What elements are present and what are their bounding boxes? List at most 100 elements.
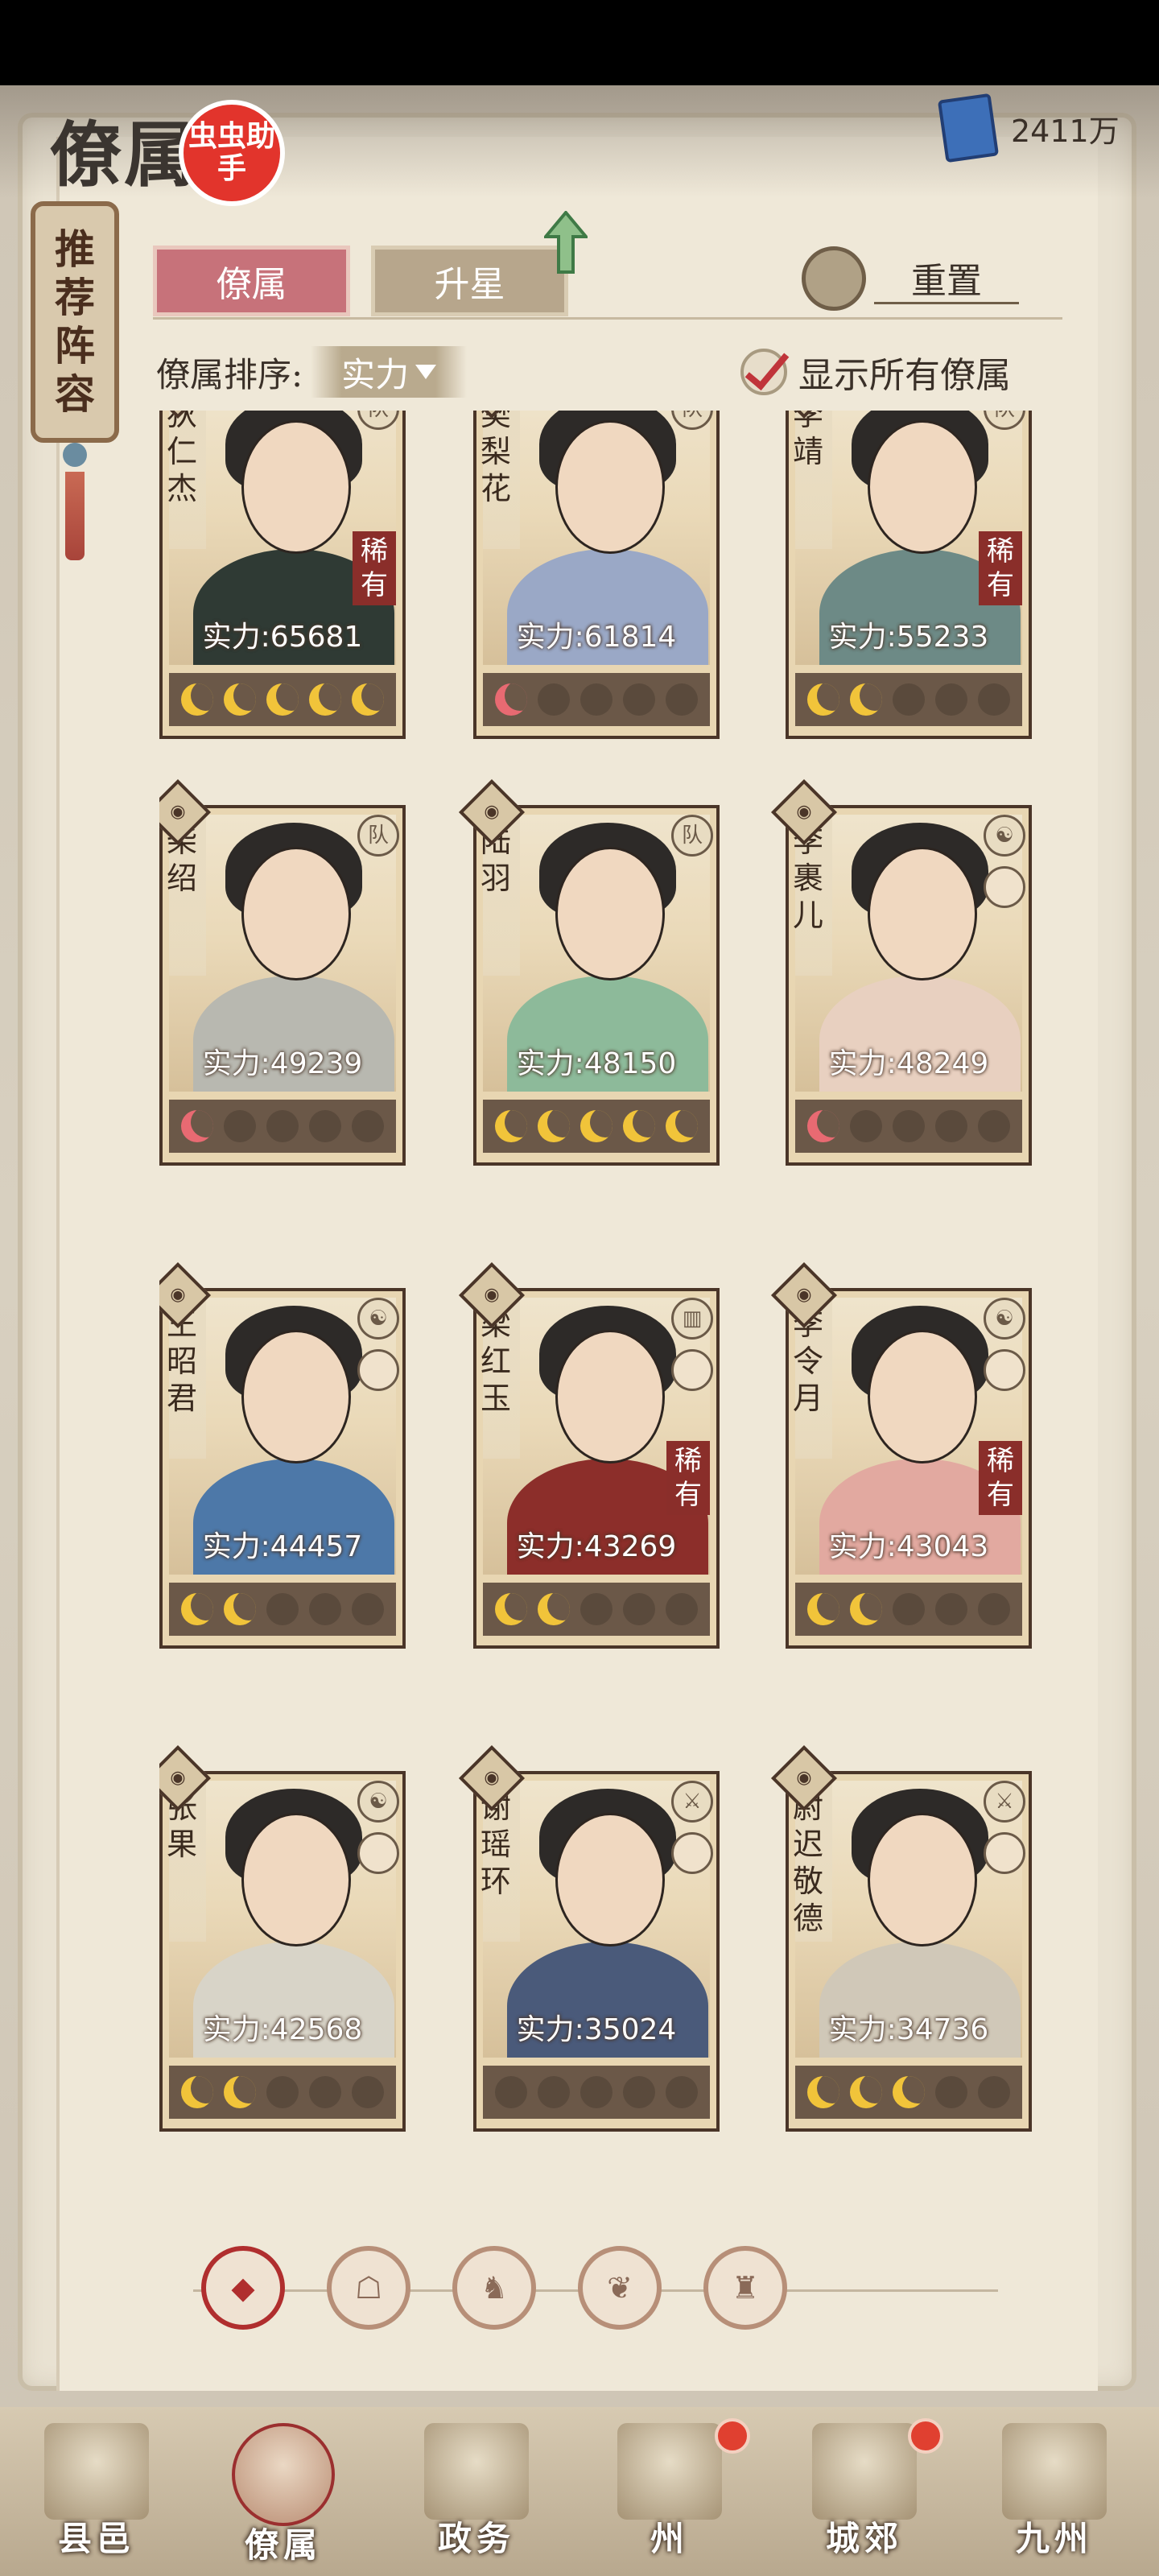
subordinate-card[interactable]: 狄仁杰◉队稀有实力:65681 bbox=[159, 411, 406, 739]
power-value: 实力:61814 bbox=[516, 621, 677, 654]
tab-subordinates[interactable]: 僚属 bbox=[153, 246, 350, 316]
nav-prefecture[interactable]: 州 bbox=[605, 2423, 734, 2568]
star-filled-icon bbox=[849, 1593, 882, 1625]
star-filled-icon bbox=[806, 683, 839, 716]
portrait-face bbox=[868, 1330, 977, 1463]
recommended-lineup-tab[interactable]: 推荐阵容 bbox=[31, 201, 119, 443]
subordinate-grid: 狄仁杰◉队稀有实力:65681樊梨花◉队实力:61814李靖◉队稀有实力:552… bbox=[159, 411, 1045, 2214]
checkbox-checked-icon[interactable] bbox=[740, 349, 787, 395]
side-tab-char: 容 bbox=[55, 370, 95, 418]
portrait-face bbox=[868, 420, 977, 554]
partner-avatar bbox=[671, 1349, 713, 1391]
subordinate-name: 樊梨花 bbox=[480, 411, 511, 506]
star-filled-icon bbox=[892, 2076, 925, 2108]
star-filled-icon bbox=[537, 1110, 570, 1142]
star-filled-icon bbox=[806, 1593, 839, 1625]
nav-subordinates[interactable]: 僚属 bbox=[219, 2423, 348, 2568]
nav-nine-provinces[interactable]: 九州 bbox=[990, 2423, 1119, 2568]
role-icon: ▥ bbox=[671, 1298, 713, 1340]
filter-military-icon[interactable]: ♞ bbox=[452, 2246, 536, 2330]
star-filled-icon bbox=[806, 2076, 839, 2108]
suburbs-icon bbox=[812, 2423, 917, 2520]
power-value: 实力:48150 bbox=[516, 1047, 677, 1080]
star-rating bbox=[169, 1100, 396, 1153]
show-all-toggle[interactable]: 显示所有僚属 bbox=[740, 346, 1011, 398]
power-value: 实力:49239 bbox=[202, 1047, 363, 1080]
subordinate-card[interactable]: 李靖◉队稀有实力:55233 bbox=[770, 411, 1032, 739]
subordinate-name: 李靖 bbox=[792, 411, 823, 469]
subordinates-icon bbox=[232, 2423, 335, 2526]
star-empty-icon bbox=[978, 1593, 1011, 1625]
subordinate-card[interactable]: 陆羽◉队实力:48150 bbox=[458, 778, 720, 1166]
star-empty-icon bbox=[935, 1110, 968, 1142]
rarity-badge: 稀有 bbox=[979, 531, 1022, 605]
subordinate-card[interactable]: 尉迟敬德◉⚔实力:34736 bbox=[770, 1744, 1032, 2132]
portrait-face bbox=[241, 847, 351, 980]
star-empty-icon bbox=[309, 1110, 342, 1142]
role-icon: ⚔ bbox=[671, 1781, 713, 1823]
star-empty-icon bbox=[892, 1593, 925, 1625]
filter-fan-icon[interactable]: ❦ bbox=[578, 2246, 662, 2330]
recommended-lineup-label: 推荐阵容 bbox=[55, 225, 95, 419]
star-empty-icon bbox=[352, 1593, 385, 1625]
star-filled-icon bbox=[180, 1110, 213, 1142]
subordinate-card[interactable]: 王昭君◉☯实力:44457 bbox=[159, 1261, 406, 1649]
nav-label: 僚属 bbox=[244, 2525, 322, 2565]
subordinate-card[interactable]: 李令月◉☯稀有实力:43043 bbox=[770, 1261, 1032, 1649]
filter-civil-icon[interactable]: ☖ bbox=[327, 2246, 410, 2330]
subordinate-card[interactable]: 梁红玉◉▥稀有实力:43269 bbox=[458, 1261, 720, 1649]
reset-label: 重置 bbox=[874, 254, 1019, 304]
power-value: 实力:55233 bbox=[828, 621, 989, 654]
subordinate-card[interactable]: 柴绍◉队实力:49239 bbox=[159, 778, 406, 1166]
power-value: 实力:35024 bbox=[516, 2013, 677, 2046]
nav-affairs[interactable]: 政务 bbox=[412, 2423, 541, 2568]
reset-icon bbox=[802, 246, 866, 311]
rarity-badge: 稀有 bbox=[666, 1441, 710, 1515]
filter-beast-icon[interactable]: ♜ bbox=[703, 2246, 787, 2330]
sort-row: 僚属排序: 实力 bbox=[156, 346, 468, 398]
nav-county[interactable]: 县邑 bbox=[32, 2423, 161, 2568]
portrait-face bbox=[241, 420, 351, 554]
filter-bar: ◆ ☖ ♞ ❦ ♜ bbox=[201, 2246, 787, 2330]
rarity-badge: 稀有 bbox=[979, 1441, 1022, 1515]
currency-value: 2411万 bbox=[1011, 113, 1120, 149]
star-filled-icon bbox=[223, 2076, 256, 2108]
assistant-badge[interactable]: 虫虫助手 bbox=[179, 100, 285, 206]
star-empty-icon bbox=[892, 1110, 925, 1142]
nav-label: 城郊 bbox=[825, 2519, 903, 2558]
star-empty-icon bbox=[935, 683, 968, 716]
star-filled-icon bbox=[309, 683, 342, 716]
reset-button[interactable]: 重置 bbox=[802, 246, 1019, 311]
side-tab-char: 阵 bbox=[55, 322, 95, 369]
tab-upgrade-star[interactable]: 升星 bbox=[371, 246, 568, 316]
role-icon: ☯ bbox=[984, 815, 1025, 857]
star-filled-icon bbox=[352, 683, 385, 716]
star-empty-icon bbox=[666, 2076, 699, 2108]
nav-label: 九州 bbox=[1015, 2519, 1093, 2558]
star-rating bbox=[169, 1583, 396, 1636]
nav-label: 州 bbox=[650, 2519, 689, 2558]
power-value: 实力:65681 bbox=[202, 621, 363, 654]
partner-avatar bbox=[984, 866, 1025, 908]
star-filled-icon bbox=[223, 683, 256, 716]
sort-value: 实力 bbox=[341, 354, 410, 394]
star-filled-icon bbox=[537, 1593, 570, 1625]
subordinate-card[interactable]: 樊梨花◉队实力:61814 bbox=[458, 411, 720, 739]
portrait-face bbox=[241, 1330, 351, 1463]
partner-avatar bbox=[984, 1349, 1025, 1391]
subordinate-name: 狄仁杰 bbox=[166, 411, 197, 506]
star-rating bbox=[795, 673, 1022, 726]
subordinate-card[interactable]: 张果◉☯实力:42568 bbox=[159, 1744, 406, 2132]
partner-avatar bbox=[984, 1832, 1025, 1874]
star-filled-icon bbox=[849, 683, 882, 716]
sort-dropdown[interactable]: 实力 bbox=[311, 346, 468, 398]
role-icon: ⚔ bbox=[984, 1781, 1025, 1823]
portrait-face bbox=[555, 420, 665, 554]
subordinate-card[interactable]: 谢瑶环◉⚔实力:35024 bbox=[458, 1744, 720, 2132]
nav-label: 政务 bbox=[437, 2519, 515, 2558]
star-filled-icon bbox=[849, 2076, 882, 2108]
subordinate-card[interactable]: 李裹儿◉☯实力:48249 bbox=[770, 778, 1032, 1166]
status-bar bbox=[0, 0, 1159, 85]
star-empty-icon bbox=[223, 1110, 256, 1142]
filter-all-icon[interactable]: ◆ bbox=[201, 2246, 285, 2330]
